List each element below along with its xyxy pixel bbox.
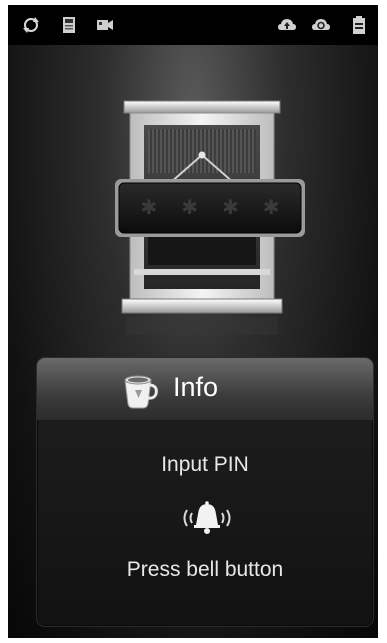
info-title: Info [173,372,219,402]
pin-digit-mask: ✱ [181,195,198,219]
info-header: Info [37,358,373,421]
app-screen: ✱ ✱ ✱ ✱ Info Input PIN Press bell button [8,5,378,638]
input-pin-instruction: Input PIN [161,453,249,476]
window-illustration [115,100,305,335]
pin-digit-mask: ✱ [262,195,280,219]
coffee-cup-icon [124,375,158,409]
pin-display: ✱ ✱ ✱ ✱ [120,185,300,229]
press-bell-instruction: Press bell button [126,558,284,581]
bell-button[interactable] [173,498,241,538]
bell-ringing-icon [183,501,231,534]
info-panel: Info Input PIN Press bell button [36,357,374,627]
pin-digit-mask: ✱ [222,195,239,219]
pin-digit-mask: ✱ [140,195,158,219]
